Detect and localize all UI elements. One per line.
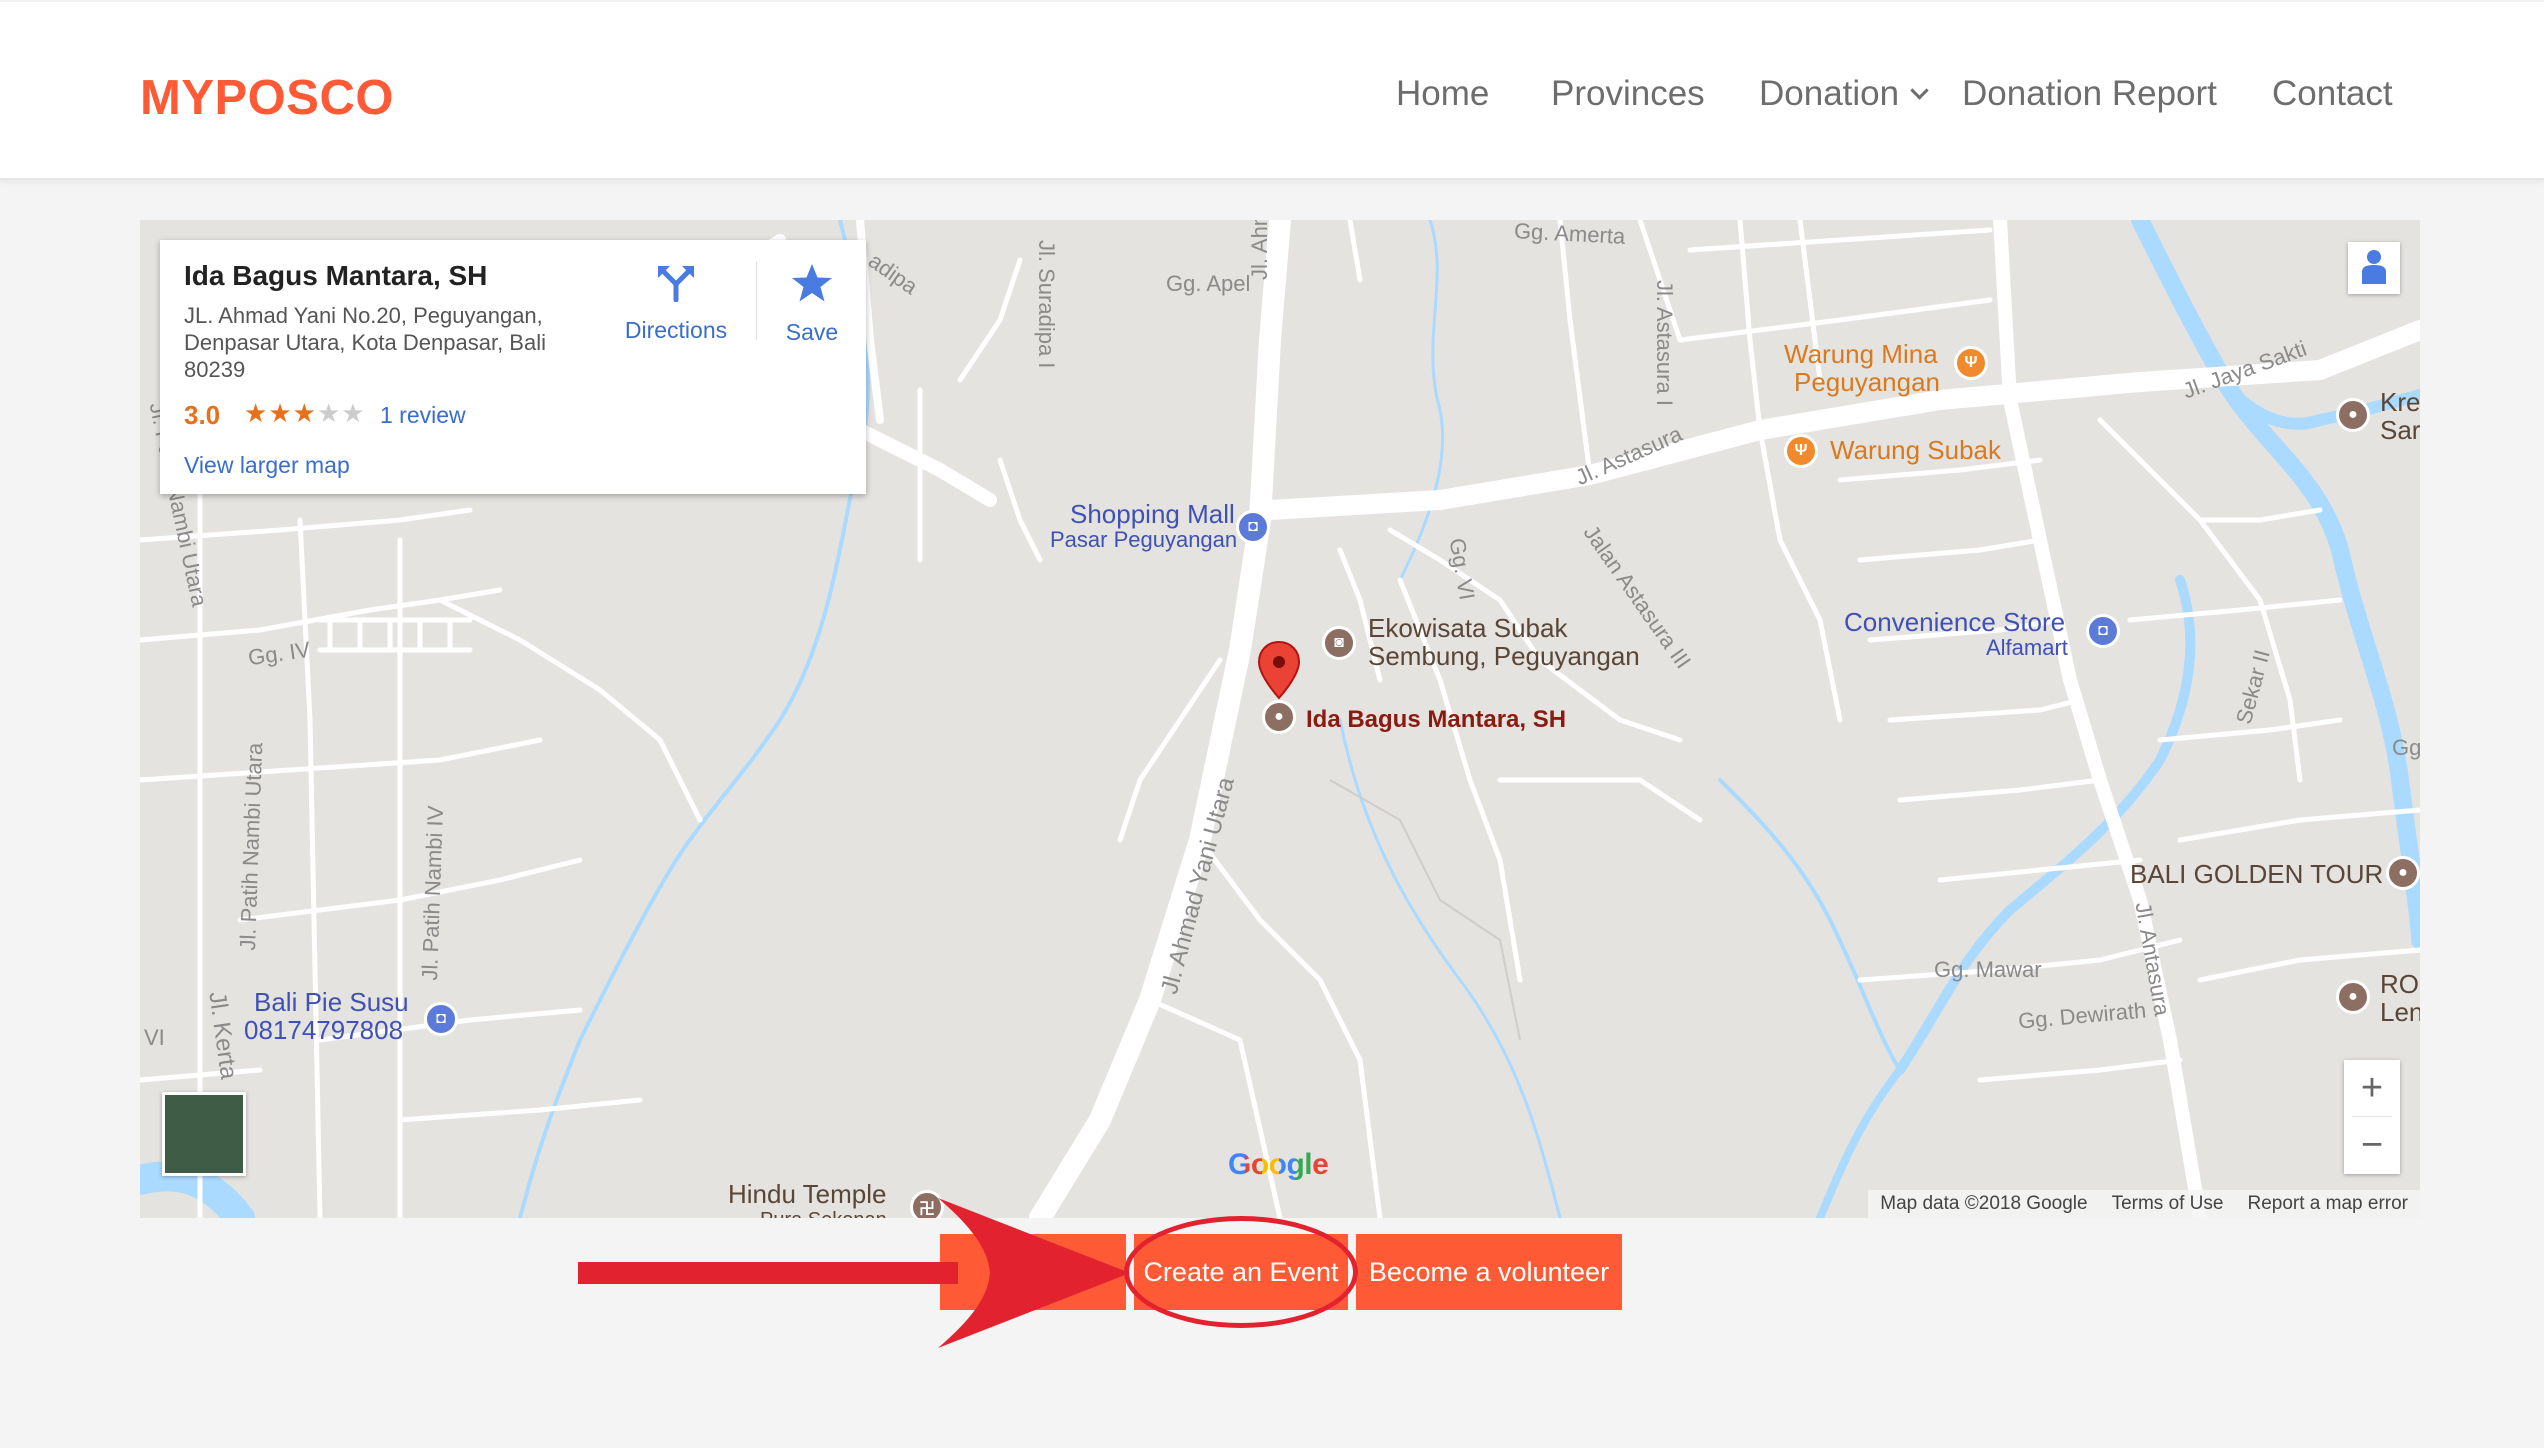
street-view-pegman[interactable] [2348,242,2400,294]
place-icon[interactable]: ● [2386,856,2420,890]
report-map-error-link[interactable]: Report a map error [2247,1193,2408,1215]
poi-label[interactable]: Warung Subak [1830,436,2001,464]
poi-label[interactable]: Bali Pie Susu [254,988,409,1016]
chevron-down-icon [1910,81,1929,100]
star-icon: ★ [268,398,293,428]
poi-label[interactable]: Kre [2380,388,2420,416]
poi-sublabel: Pasar Peguyangan [1050,527,1238,552]
embedded-map[interactable]: Gg. Amerta Gg. Apel Jl. Ahmad Jl. Suradi… [140,220,2420,1218]
street-label: Jl. Astasura I [1652,280,1677,406]
map-data-credit: Map data ©2018 Google [1880,1193,2088,1214]
pegman-icon [2362,250,2386,284]
street-label: Gg. Mawar [1934,957,2042,982]
shopping-bag-icon[interactable]: ◘ [424,1002,458,1036]
street-label: VI [144,1025,165,1050]
star-icon [792,264,832,302]
poi-label[interactable]: RO( [2380,970,2420,998]
zoom-in-button[interactable]: + [2344,1060,2400,1116]
map-attribution: Map data ©2018 Google Terms of Use Repor… [1868,1190,2420,1218]
poi-label[interactable]: Shopping Mall [1070,500,1235,528]
become-volunteer-button[interactable]: Become a volunteer [1356,1234,1622,1310]
highlight-circle [1124,1216,1358,1328]
poi-sublabel: 08174797808 [244,1015,404,1045]
place-icon[interactable]: ● [2336,398,2370,432]
poi-label[interactable]: Convenience Store [1844,608,2065,636]
nav-donation-label: Donation [1759,74,1900,113]
camera-icon[interactable]: ◙ [1322,626,1356,660]
rating-stars: ★★★★★ [244,398,366,429]
site-header: MYPOSCO Home Provinces Donation Donation… [0,2,2544,180]
poi-label[interactable]: Ekowisata Subak [1368,614,1567,642]
poi-label[interactable]: BALI GOLDEN TOUR [2130,860,2383,888]
place-title: Ida Bagus Mantara, SH [184,260,488,291]
poi-sublabel: Peguyangan [1794,367,1941,397]
poi-label[interactable]: Warung Mina [1784,340,1938,368]
card-divider [756,262,757,340]
view-larger-map-link[interactable]: View larger map [184,452,350,479]
google-logo: Google [1228,1148,1329,1182]
zoom-controls: + − [2344,1060,2400,1174]
star-icon: ★ [316,398,342,428]
shopping-bag-icon[interactable]: ◘ [1236,510,1270,544]
satellite-toggle[interactable] [162,1092,246,1176]
directions-icon [658,266,694,303]
review-link[interactable]: 1 review [380,402,466,429]
google-logo-text: Google [1228,1148,1329,1181]
nav-home[interactable]: Home [1396,74,1489,114]
place-icon[interactable]: ● [2336,980,2370,1014]
save-label: Save [785,319,839,345]
zoom-out-button[interactable]: − [2344,1117,2400,1173]
save-button[interactable]: Save [772,262,852,346]
star-icon: ★ [292,398,317,428]
directions-button[interactable]: Directions [616,262,736,344]
street-label: Gg. Apel [1166,271,1251,296]
place-icon[interactable]: ● [1262,700,1296,734]
site-logo[interactable]: MYPOSCO [140,70,394,126]
place-info-card: Ida Bagus Mantara, SH JL. Ahmad Yani No.… [160,240,866,494]
nav-provinces[interactable]: Provinces [1551,74,1705,114]
directions-label: Directions [624,317,728,343]
poi-sublabel: Alfamart [1986,635,2068,660]
shopping-bag-icon[interactable]: ◘ [2086,614,2120,648]
street-label: Gg [2392,735,2420,760]
nav-contact[interactable]: Contact [2272,74,2393,114]
terms-of-use-link[interactable]: Terms of Use [2112,1193,2224,1215]
street-label: Jl. Suradipa I [1034,240,1059,369]
map-pin-icon[interactable] [1256,640,1302,702]
restaurant-icon[interactable]: Ψ [1784,434,1818,468]
star-icon: ★ [244,398,269,428]
nav-donation-report[interactable]: Donation Report [1962,74,2217,114]
place-address: JL. Ahmad Yani No.20, Peguyangan, Denpas… [184,303,546,382]
nav-donation[interactable]: Donation [1759,74,1929,114]
poi-sublabel: Sembung, Peguyangan [1368,641,1640,671]
poi-sublabel: Len [2380,997,2420,1027]
poi-sublabel: Sar [2380,415,2420,445]
star-icon: ★ [341,398,366,428]
place-rating: 3.0 [184,400,221,430]
restaurant-icon[interactable]: Ψ [1954,346,1988,380]
selected-place-label[interactable]: Ida Bagus Mantara, SH [1306,706,1566,734]
arrow-icon [578,1198,1130,1348]
street-label: Jl. Ahmad [1247,220,1272,280]
